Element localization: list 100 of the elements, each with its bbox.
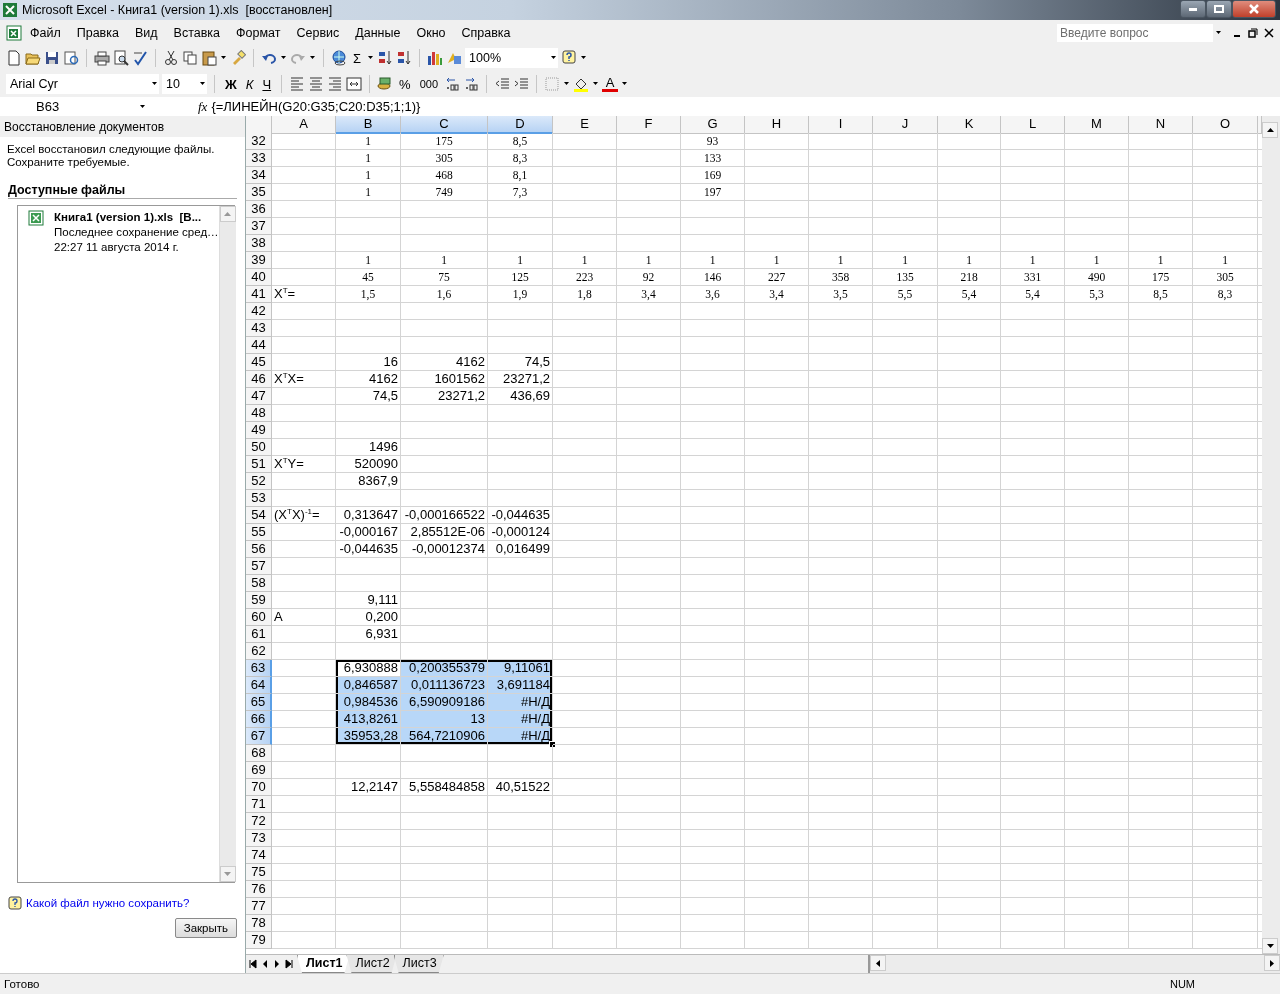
row-header[interactable]: 58 [246, 575, 272, 592]
close-pane-button[interactable]: Закрыть [174, 918, 237, 938]
row-header[interactable]: 56 [246, 541, 272, 558]
row-header[interactable]: 45 [246, 354, 272, 371]
column-header[interactable]: N [1129, 116, 1193, 134]
font-size-dropdown[interactable]: 10 [162, 74, 207, 94]
row-header[interactable]: 37 [246, 218, 272, 235]
column-header[interactable]: F [617, 116, 681, 134]
align-center-icon[interactable] [308, 76, 325, 92]
row-header[interactable]: 43 [246, 320, 272, 337]
minimize-button[interactable] [1180, 0, 1206, 18]
row-header[interactable]: 77 [246, 898, 272, 915]
row-header[interactable]: 50 [246, 439, 272, 456]
menu-item[interactable]: Вид [126, 23, 166, 42]
column-header[interactable]: A [272, 116, 336, 134]
row-header[interactable]: 62 [246, 643, 272, 660]
autosum-button[interactable]: Σ [350, 50, 365, 66]
column-header[interactable]: E [553, 116, 617, 134]
row-header[interactable]: 63 [246, 660, 272, 677]
column-header[interactable]: B [336, 116, 401, 134]
help-link[interactable]: Какой файл нужно сохранить? [26, 897, 190, 909]
row-header[interactable]: 67 [246, 728, 272, 745]
column-header[interactable]: H [745, 116, 809, 134]
menu-item[interactable]: Сервис [288, 23, 348, 42]
row-header[interactable]: 42 [246, 303, 272, 320]
row-header[interactable]: 47 [246, 388, 272, 405]
spreadsheet-file-icon[interactable] [28, 210, 44, 226]
column-header[interactable]: O [1193, 116, 1258, 134]
row-header[interactable]: 36 [246, 201, 272, 218]
first-sheet-icon[interactable] [248, 958, 258, 970]
last-sheet-icon[interactable] [284, 958, 294, 970]
scroll-left-button[interactable] [870, 955, 886, 971]
menu-item[interactable]: Окно [408, 23, 454, 42]
row-header[interactable]: 69 [246, 762, 272, 779]
row-header[interactable]: 34 [246, 167, 272, 184]
name-box[interactable]: B63 [0, 98, 152, 115]
column-header[interactable]: G [681, 116, 745, 134]
scroll-up-button[interactable] [1262, 122, 1278, 138]
formula-field[interactable]: {=ЛИНЕЙН(G20:G35;C20:D35;1;1)} [211, 99, 421, 114]
row-header[interactable]: 60 [246, 609, 272, 626]
fill-handle[interactable] [549, 741, 556, 748]
decrease-decimal-icon[interactable] [463, 76, 479, 92]
menu-item[interactable]: Данные [347, 23, 409, 42]
help-icon[interactable] [561, 50, 578, 66]
row-header[interactable]: 79 [246, 932, 272, 949]
new-document-icon[interactable] [6, 50, 22, 66]
bold-button[interactable]: Ж [222, 76, 240, 92]
next-sheet-icon[interactable] [272, 958, 282, 970]
help-search-field[interactable]: Введите вопрос [1057, 23, 1213, 42]
scroll-down-button[interactable] [1262, 938, 1278, 954]
cut-scissors-icon[interactable] [163, 50, 179, 66]
row-header[interactable]: 52 [246, 473, 272, 490]
sort-ascending-icon[interactable] [377, 50, 394, 66]
merge-center-icon[interactable] [346, 76, 363, 92]
increase-indent-icon[interactable] [513, 76, 529, 92]
column-header[interactable]: L [1001, 116, 1065, 134]
copy-icon[interactable] [182, 50, 198, 66]
sheet-tab[interactable]: Лист1 [297, 955, 350, 973]
row-header[interactable]: 48 [246, 405, 272, 422]
row-header[interactable]: 78 [246, 915, 272, 932]
column-header[interactable]: D [488, 116, 553, 134]
close-button[interactable] [1232, 0, 1276, 18]
menu-item[interactable]: Справка [453, 23, 519, 42]
restore-button[interactable] [1206, 0, 1232, 18]
sort-descending-icon[interactable] [396, 50, 413, 66]
percent-button[interactable]: % [396, 76, 414, 92]
column-header[interactable]: M [1065, 116, 1129, 134]
row-header[interactable]: 66 [246, 711, 272, 728]
row-header[interactable]: 32 [246, 133, 272, 150]
row-header[interactable]: 39 [246, 252, 272, 269]
row-header[interactable]: 51 [246, 456, 272, 473]
row-header[interactable]: 33 [246, 150, 272, 167]
row-header[interactable]: 49 [246, 422, 272, 439]
increase-decimal-icon[interactable] [444, 76, 460, 92]
row-header[interactable]: 55 [246, 524, 272, 541]
currency-coins-icon[interactable] [377, 76, 394, 92]
menu-item[interactable]: Вставка [165, 23, 229, 42]
menu-item[interactable]: Файл [22, 23, 69, 42]
zoom-dropdown[interactable]: 100% [465, 48, 559, 68]
sheet-tab[interactable]: Лист2 [346, 955, 397, 973]
row-header[interactable]: 46 [246, 371, 272, 388]
scroll-right-button[interactable] [1264, 955, 1280, 971]
hyperlink-globe-icon[interactable] [331, 50, 347, 66]
open-folder-icon[interactable] [25, 50, 41, 66]
row-header[interactable]: 59 [246, 592, 272, 609]
column-header[interactable]: I [809, 116, 873, 134]
row-header[interactable]: 40 [246, 269, 272, 286]
restore-icon[interactable] [1248, 26, 1258, 39]
row-header[interactable]: 74 [246, 847, 272, 864]
row-header[interactable]: 53 [246, 490, 272, 507]
row-header[interactable]: 38 [246, 235, 272, 252]
paste-clipboard-icon[interactable] [201, 50, 217, 66]
row-header[interactable]: 64 [246, 677, 272, 694]
row-header[interactable]: 65 [246, 694, 272, 711]
insert-function-button[interactable]: fx [152, 98, 212, 115]
row-header[interactable]: 44 [246, 337, 272, 354]
row-header[interactable]: 54 [246, 507, 272, 524]
column-header[interactable]: C [401, 116, 488, 134]
row-header[interactable]: 70 [246, 779, 272, 796]
print-preview-icon[interactable] [113, 50, 129, 66]
